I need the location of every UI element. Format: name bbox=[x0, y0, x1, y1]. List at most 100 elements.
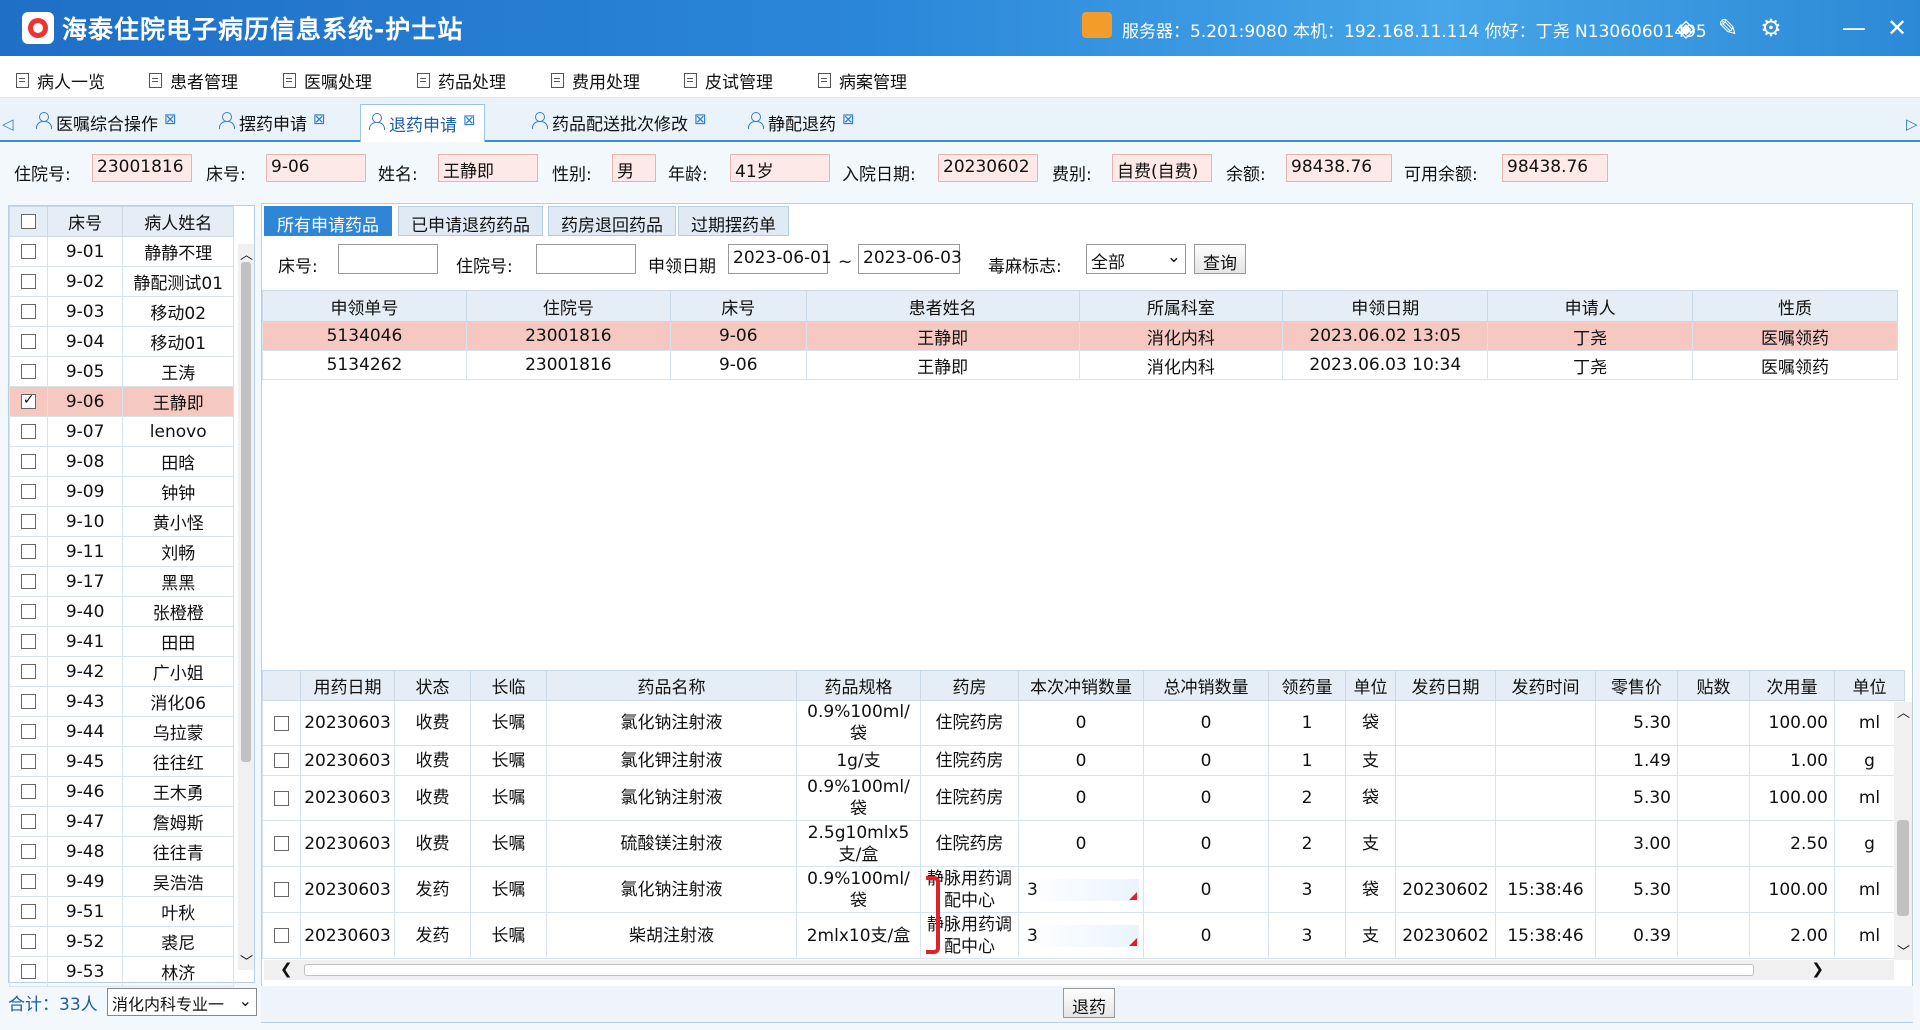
col-current-offset-qty[interactable]: 本次冲销数量 bbox=[1018, 670, 1144, 701]
tab-scroll-left-icon[interactable]: ◁ bbox=[2, 115, 14, 133]
patient-row[interactable]: 9-08 田晗 bbox=[9, 446, 234, 477]
tab-dispense-request[interactable]: 摆药申请 ⊠ bbox=[211, 104, 334, 142]
patient-checkbox[interactable] bbox=[20, 844, 36, 859]
subtab-pharmacy-returned[interactable]: 药房退回药品 bbox=[548, 206, 676, 236]
patient-checkbox[interactable] bbox=[20, 694, 36, 709]
patient-select-cell[interactable] bbox=[9, 866, 48, 897]
patient-select-cell[interactable] bbox=[9, 476, 48, 507]
patient-row[interactable]: 9-44 乌拉蒙 bbox=[9, 716, 234, 747]
patient-checkbox[interactable] bbox=[20, 964, 36, 979]
menu-order-processing[interactable]: 医嘱处理 bbox=[283, 68, 372, 93]
patient-select-cell[interactable] bbox=[9, 296, 48, 327]
patient-checkbox[interactable] bbox=[20, 334, 36, 349]
medication-select-cell[interactable] bbox=[262, 912, 301, 959]
patient-checkbox[interactable] bbox=[20, 664, 36, 679]
patient-select-cell[interactable] bbox=[9, 386, 48, 417]
patient-checkbox[interactable] bbox=[20, 904, 36, 919]
menu-drug-processing[interactable]: 药品处理 bbox=[417, 68, 506, 93]
patient-row[interactable]: 9-41 田田 bbox=[9, 626, 234, 657]
patient-select-cell[interactable] bbox=[9, 536, 48, 567]
patient-select-cell[interactable] bbox=[9, 566, 48, 597]
medication-current-offset-qty[interactable]: 3 bbox=[1018, 912, 1144, 959]
select-all-cell[interactable] bbox=[9, 206, 48, 237]
patient-select-cell[interactable] bbox=[9, 356, 48, 387]
menu-patient-management[interactable]: 患者管理 bbox=[149, 68, 238, 93]
patient-select-cell[interactable] bbox=[9, 236, 48, 267]
patient-row[interactable]: 9-05 王涛 bbox=[9, 356, 234, 387]
medication-horizontal-scrollbar[interactable]: ❮ ❯ bbox=[264, 960, 1894, 980]
layers-icon[interactable]: ◈ bbox=[1672, 14, 1700, 42]
offset-qty-input[interactable]: 3 bbox=[1023, 878, 1139, 901]
patient-checkbox[interactable] bbox=[20, 934, 36, 949]
patient-checkbox[interactable] bbox=[20, 724, 36, 739]
tab-return-request[interactable]: 退药申请 ⊠ bbox=[360, 104, 485, 142]
col-admission-no[interactable]: 住院号 bbox=[465, 290, 671, 322]
col-request-no[interactable]: 申领单号 bbox=[262, 290, 467, 322]
patient-checkbox[interactable] bbox=[20, 514, 36, 529]
menu-patient-overview[interactable]: 病人一览 bbox=[16, 68, 105, 93]
subtab-requested-returns[interactable]: 已申请退药药品 bbox=[398, 206, 543, 236]
patient-select-cell[interactable] bbox=[9, 686, 48, 717]
patient-row[interactable]: 9-49 吴浩浩 bbox=[9, 866, 234, 897]
medication-select-cell[interactable] bbox=[262, 745, 301, 776]
patient-select-cell[interactable] bbox=[9, 716, 48, 747]
medication-row[interactable]: 20230603 发药 长嘱 柴胡注射液 2mlx10支/盒 静脉用药调配中心 3 0 3 支 20… bbox=[262, 912, 1905, 959]
scroll-up-icon[interactable]: ︿ bbox=[1897, 702, 1910, 721]
patient-checkbox[interactable] bbox=[20, 244, 36, 259]
patient-checkbox[interactable] bbox=[20, 364, 36, 379]
close-tab-icon[interactable]: ⊠ bbox=[463, 111, 476, 129]
patient-checkbox[interactable] bbox=[20, 814, 36, 829]
patient-row[interactable]: 9-06王静即 bbox=[9, 386, 234, 417]
patient-select-cell[interactable] bbox=[9, 956, 48, 987]
close-tab-icon[interactable]: ⊠ bbox=[842, 110, 855, 128]
patient-checkbox[interactable] bbox=[20, 392, 36, 409]
patient-row[interactable]: 9-10 黄小怪 bbox=[9, 506, 234, 537]
scroll-left-icon[interactable]: ❮ bbox=[280, 960, 293, 978]
col-dose-unit[interactable]: 单位 bbox=[1834, 670, 1905, 701]
menu-skin-test[interactable]: 皮试管理 bbox=[684, 68, 773, 93]
tab-iv-return[interactable]: 静配退药 ⊠ bbox=[740, 104, 863, 142]
patient-row[interactable]: 9-03 移动02 bbox=[9, 296, 234, 327]
patient-select-cell[interactable] bbox=[9, 416, 48, 447]
patient-checkbox[interactable] bbox=[20, 484, 36, 499]
date-from-input[interactable]: 2023-06-01 bbox=[728, 244, 832, 274]
patient-checkbox[interactable] bbox=[20, 784, 36, 799]
scroll-thumb[interactable] bbox=[241, 262, 251, 762]
patient-row[interactable]: 9-51 叶秋 bbox=[9, 896, 234, 927]
return-drug-button[interactable]: 退药 bbox=[1063, 988, 1115, 1018]
patient-row[interactable]: 9-11 刘畅 bbox=[9, 536, 234, 567]
patient-select-cell[interactable] bbox=[9, 926, 48, 957]
col-dispense-time[interactable]: 发药时间 bbox=[1495, 670, 1596, 701]
patient-checkbox[interactable] bbox=[20, 274, 36, 289]
medication-row[interactable]: 20230603 收费 长嘱 氯化钾注射液 1g/支 住院药房 0 0 1 支 1.49 1.00 g bbox=[262, 745, 1905, 776]
patient-row[interactable]: 9-47 詹姆斯 bbox=[9, 806, 234, 837]
patient-select-cell[interactable] bbox=[9, 326, 48, 357]
patient-row[interactable]: 9-01 静静不理 bbox=[9, 236, 234, 267]
patient-checkbox[interactable] bbox=[20, 424, 36, 439]
medication-checkbox[interactable] bbox=[274, 790, 289, 806]
medication-row[interactable]: 20230603 收费 长嘱 氯化钠注射液 0.9%100ml/袋 住院药房 0 0 1 袋 5.3… bbox=[262, 700, 1905, 746]
patient-row[interactable]: 9-48 往往青 bbox=[9, 836, 234, 867]
col-patient-name[interactable]: 患者姓名 bbox=[805, 290, 1080, 322]
patient-row[interactable]: 9-46 王木勇 bbox=[9, 776, 234, 807]
patient-select-cell[interactable] bbox=[9, 506, 48, 537]
filter-bed-input[interactable] bbox=[338, 244, 438, 274]
medication-checkbox[interactable] bbox=[274, 753, 289, 768]
patient-row[interactable]: 9-53 林济 bbox=[9, 956, 234, 987]
medication-row[interactable]: 20230603 收费 长嘱 硫酸镁注射液 2.5g10mlx5支/盒 住院药房 0 0 2 支 3… bbox=[262, 820, 1905, 867]
close-tab-icon[interactable]: ⊠ bbox=[694, 110, 707, 128]
col-use-date[interactable]: 用药日期 bbox=[300, 670, 395, 701]
col-drug-name[interactable]: 药品名称 bbox=[546, 670, 797, 701]
query-button[interactable]: 查询 bbox=[1194, 244, 1246, 274]
patient-checkbox[interactable] bbox=[20, 634, 36, 649]
col-department[interactable]: 所属科室 bbox=[1078, 290, 1284, 322]
scroll-down-icon[interactable]: ﹀ bbox=[1897, 941, 1910, 960]
tab-scroll-right-icon[interactable]: ▷ bbox=[1906, 115, 1918, 133]
patient-row[interactable]: 9-04 移动01 bbox=[9, 326, 234, 357]
patient-row[interactable]: 9-02 静配测试01 bbox=[9, 266, 234, 297]
patient-checkbox[interactable] bbox=[20, 304, 36, 319]
menu-case-management[interactable]: 病案管理 bbox=[818, 68, 907, 93]
request-row[interactable]: 5134262 23001816 9-06 王静即 消化内科 2023.06.03 10:… bbox=[262, 350, 1898, 380]
col-dispense-date[interactable]: 发药日期 bbox=[1395, 670, 1496, 701]
col-bed[interactable]: 床号 bbox=[669, 290, 807, 322]
